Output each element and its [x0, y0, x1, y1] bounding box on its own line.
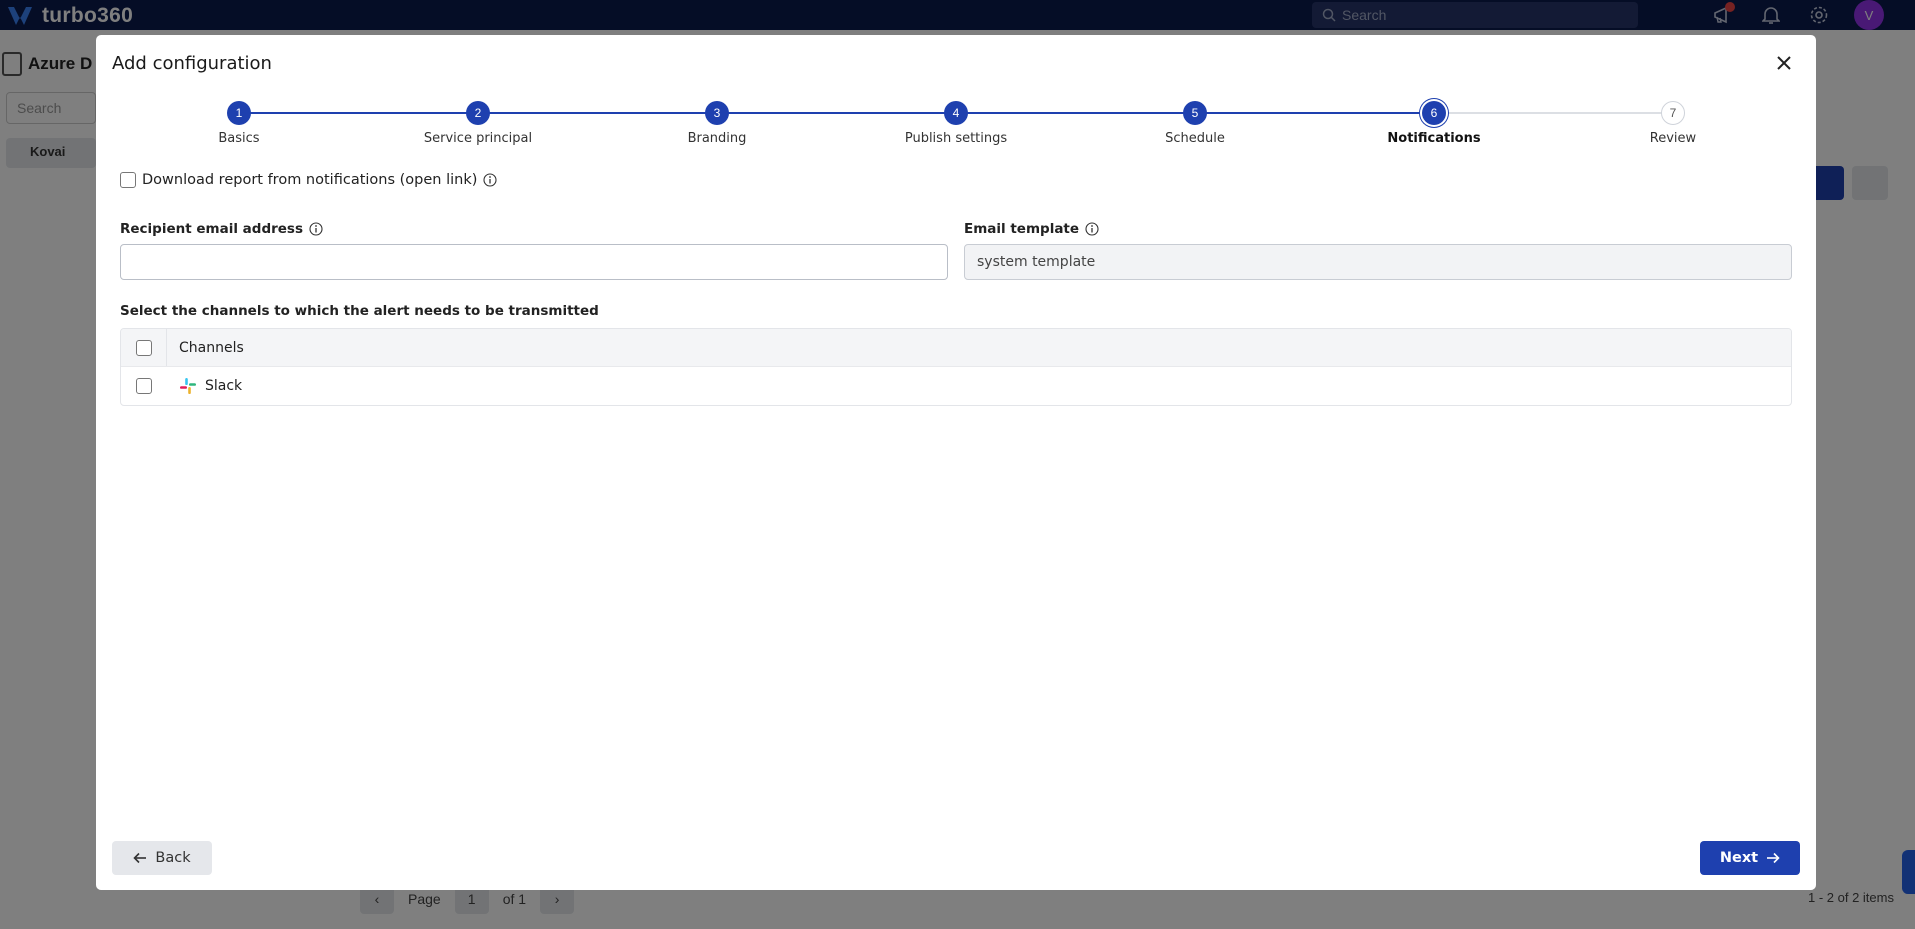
step-number: 4 — [944, 101, 968, 125]
slack-row-checkbox[interactable] — [136, 378, 152, 394]
table-row[interactable]: Slack — [121, 367, 1791, 405]
next-button[interactable]: Next — [1700, 841, 1800, 875]
arrow-left-icon — [133, 852, 147, 864]
add-configuration-dialog: Add configuration 1 Basics 2 Service pri… — [96, 35, 1816, 890]
step-branding[interactable]: 3 Branding — [637, 101, 797, 146]
step-label: Service principal — [423, 131, 533, 146]
slack-icon — [180, 378, 196, 394]
recipient-email-label-text: Recipient email address — [120, 221, 304, 237]
recipient-email-label: Recipient email address — [120, 221, 323, 237]
step-number: 5 — [1183, 101, 1207, 125]
step-label: Basics — [218, 131, 260, 146]
arrow-right-icon — [1767, 852, 1780, 864]
step-number: 7 — [1661, 101, 1685, 125]
download-report-option: Download report from notifications (open… — [120, 172, 497, 188]
info-icon[interactable] — [483, 173, 497, 187]
step-notifications[interactable]: 6 Notifications — [1354, 101, 1514, 146]
step-label: Notifications — [1387, 131, 1481, 146]
close-button[interactable] — [1772, 51, 1796, 75]
step-publish-settings[interactable]: 4 Publish settings — [876, 101, 1036, 146]
channels-table: Channels Slack — [120, 328, 1792, 406]
channel-cell: Slack — [167, 377, 242, 395]
step-label: Review — [1649, 131, 1697, 146]
step-number: 1 — [227, 101, 251, 125]
step-label: Publish settings — [904, 131, 1008, 146]
next-button-label: Next — [1719, 850, 1759, 866]
select-all-cell — [121, 329, 167, 366]
channels-prompt: Select the channels to which the alert n… — [120, 303, 599, 319]
step-label: Branding — [687, 131, 747, 146]
back-button-label: Back — [155, 850, 191, 866]
email-template-label-text: Email template — [964, 221, 1080, 237]
step-review[interactable]: 7 Review — [1593, 101, 1753, 146]
channels-column-header: Channels — [179, 339, 244, 356]
row-select-cell — [121, 367, 167, 405]
step-number: 3 — [705, 101, 729, 125]
step-schedule[interactable]: 5 Schedule — [1115, 101, 1275, 146]
step-number: 2 — [466, 101, 490, 125]
download-report-label: Download report from notifications (open… — [142, 172, 478, 188]
step-label: Schedule — [1165, 131, 1225, 146]
select-all-checkbox[interactable] — [135, 339, 152, 356]
step-number: 6 — [1422, 101, 1446, 125]
info-icon[interactable] — [309, 222, 323, 236]
table-header: Channels — [121, 329, 1791, 367]
wizard-stepper: 1 Basics 2 Service principal 3 Branding … — [96, 101, 1816, 171]
step-basics[interactable]: 1 Basics — [159, 101, 319, 146]
step-service-principal[interactable]: 2 Service principal — [398, 101, 558, 146]
email-template-label: Email template — [964, 221, 1099, 237]
download-report-checkbox[interactable] — [120, 172, 136, 188]
channel-name: Slack — [205, 378, 243, 394]
back-button[interactable]: Back — [112, 841, 212, 875]
email-template-input[interactable] — [964, 244, 1792, 280]
close-icon — [1777, 56, 1791, 70]
recipient-email-input[interactable] — [120, 244, 948, 280]
info-icon[interactable] — [1085, 222, 1099, 236]
dialog-title: Add configuration — [112, 53, 272, 74]
